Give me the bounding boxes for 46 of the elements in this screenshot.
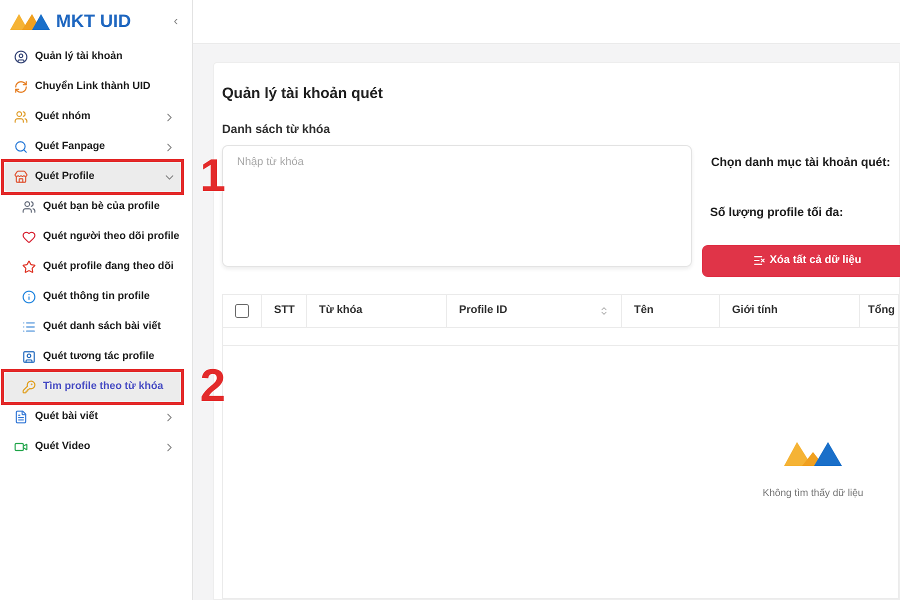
sidebar-item[interactable]: Quét người theo dõi profile xyxy=(4,222,184,252)
people-icon xyxy=(22,200,36,214)
empty-message: Không tìm thấy dữ liệu xyxy=(762,486,864,500)
column-header[interactable]: Tổng xyxy=(860,294,900,326)
info-icon xyxy=(22,290,36,304)
refresh-icon xyxy=(14,80,28,94)
annotation-number: 2 xyxy=(200,360,226,410)
sidebar-item[interactable]: Quét profile đang theo dõi xyxy=(4,252,184,282)
keywords-label: Danh sách từ khóa xyxy=(222,120,332,138)
sort-icon[interactable] xyxy=(599,306,609,316)
max-profiles-label: Số lượng profile tối đa: xyxy=(710,204,844,220)
brand-name: MKT UID xyxy=(56,10,131,32)
key-icon xyxy=(22,380,36,394)
user-card-icon xyxy=(22,350,36,364)
video-camera-icon xyxy=(14,440,28,454)
select-all-checkbox[interactable] xyxy=(235,304,249,318)
sidebar-item[interactable]: Quét nhóm xyxy=(4,102,184,132)
sidebar-item[interactable]: Chuyển Link thành UID xyxy=(4,72,184,102)
sidebar-item[interactable]: Quét Profile xyxy=(4,162,184,192)
column-header[interactable]: Tên xyxy=(622,294,720,326)
store-icon xyxy=(14,170,28,184)
sidebar-item[interactable]: Quét thông tin profile xyxy=(4,282,184,312)
clear-data-button[interactable]: Xóa tất cả dữ liệu xyxy=(702,244,900,276)
sidebar-item[interactable]: Quét Fanpage xyxy=(4,132,184,162)
column-header[interactable]: Profile ID xyxy=(447,294,622,326)
sidebar-item[interactable]: Quản lý tài khoản xyxy=(4,42,184,72)
document-icon xyxy=(14,410,28,424)
clear-list-icon xyxy=(752,254,766,267)
sidebar-item[interactable]: Quét bạn bè của profile xyxy=(4,192,184,222)
category-label: Chọn danh mục tài khoản quét: xyxy=(711,154,892,170)
heart-icon xyxy=(22,230,36,244)
column-header[interactable]: Từ khóa xyxy=(307,294,447,326)
column-header[interactable]: Giới tính xyxy=(720,294,860,326)
list-icon xyxy=(22,320,36,334)
user-icon xyxy=(14,50,28,64)
page-title: Quản lý tài khoản quét xyxy=(222,84,384,104)
sidebar-item[interactable]: Quét danh sách bài viết xyxy=(4,312,184,342)
search-icon xyxy=(14,140,28,154)
sidebar-item[interactable]: Quét Video xyxy=(4,432,184,462)
sidebar-item[interactable]: Quét tương tác profile xyxy=(4,342,184,372)
sidebar-item[interactable]: Quét bài viết xyxy=(4,402,184,432)
sidebar-item[interactable]: Tìm profile theo từ khóa xyxy=(4,372,184,402)
column-header[interactable]: STT xyxy=(262,294,307,326)
people-icon xyxy=(14,110,28,124)
star-icon xyxy=(22,260,36,274)
collapse-button[interactable]: ‹ xyxy=(174,11,178,31)
